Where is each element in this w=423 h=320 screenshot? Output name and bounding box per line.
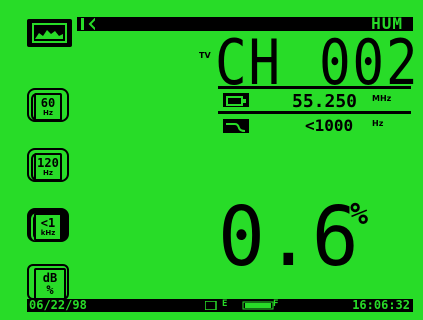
filter-curve-icon (223, 119, 249, 133)
button-120hz-value: 120 (37, 156, 59, 170)
button-120hz-unit: Hz (43, 169, 53, 177)
button-1khz-unit: kHz (40, 229, 56, 237)
db-percent-toggle-button[interactable]: dB % (27, 264, 69, 300)
button-1khz-value: <1 (40, 216, 56, 230)
display-icon (223, 93, 249, 107)
battery-full-label: F (273, 299, 279, 309)
spectrum-mode-button[interactable] (27, 19, 72, 47)
battery-gauge-icon (205, 301, 274, 310)
filter-60hz-button[interactable]: 60 Hz (27, 88, 69, 122)
battery-empty-label: E (222, 299, 228, 309)
diamond-icon (81, 18, 95, 30)
hum-reading-unit: % (350, 197, 369, 232)
bandwidth-unit: Hz (372, 119, 384, 128)
filter-1khz-button[interactable]: <1 kHz (27, 208, 69, 242)
frequency-divider (218, 111, 411, 114)
bottom-status-bar: 06/22/98 E F 16:06:32 (27, 298, 413, 312)
frequency-unit: MHz (372, 94, 392, 103)
button-60hz-unit: Hz (43, 109, 53, 117)
button-60hz-value: 60 (40, 96, 56, 110)
tv-prefix-label: TV (199, 51, 211, 60)
channel-divider (218, 86, 411, 89)
frequency-value: 55.250 (292, 91, 358, 112)
bandwidth-value: <1000 (305, 116, 354, 135)
lcd-screen: HUM 60 Hz 120 Hz <1 kHz dB % TV CH 002 5… (0, 0, 423, 320)
filter-120hz-button[interactable]: 120 Hz (27, 148, 69, 182)
status-date: 06/22/98 (29, 298, 87, 312)
spectrum-mode-icon (32, 23, 67, 43)
button-percent-label: % (46, 283, 54, 297)
status-time: 16:06:32 (352, 298, 410, 312)
hum-reading-value: 0.6 (218, 190, 359, 285)
